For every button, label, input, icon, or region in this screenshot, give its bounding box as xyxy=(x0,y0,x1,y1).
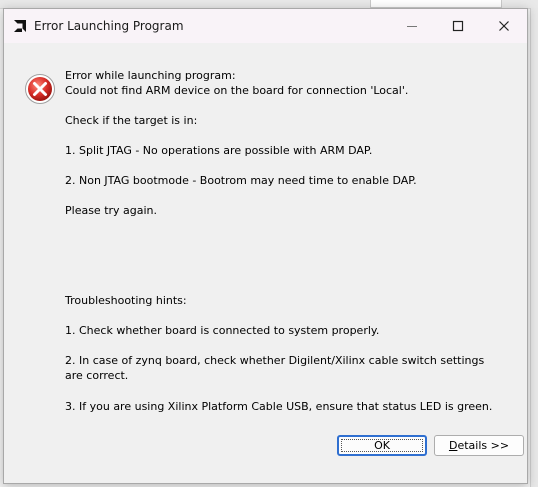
title-bar[interactable]: Error Launching Program xyxy=(4,9,527,43)
check-item-1: 1. Split JTAG - No operations are possib… xyxy=(65,144,373,157)
hint-3: 3. If you are using Xilinx Platform Cabl… xyxy=(65,400,493,413)
hint-2: 2. In case of zynq board, check whether … xyxy=(65,354,485,382)
try-again-text: Please try again. xyxy=(65,204,158,217)
ok-button[interactable]: OK xyxy=(337,435,427,456)
header-line-1: Error while launching program: xyxy=(65,69,236,82)
minimize-icon xyxy=(407,26,417,27)
close-button[interactable] xyxy=(481,9,527,43)
dialog-content: Error while launching program: Could not… xyxy=(4,43,527,483)
maximize-icon xyxy=(452,20,464,32)
focus-ring xyxy=(341,439,423,452)
close-icon xyxy=(499,21,509,31)
error-dialog: Error Launching Program Error while laun… xyxy=(3,8,528,484)
hint-1: 1. Check whether board is connected to s… xyxy=(65,324,380,337)
details-button[interactable]: Details >> xyxy=(434,435,524,456)
details-label: Details >> xyxy=(449,439,509,452)
error-icon xyxy=(25,74,55,104)
hints-title: Troubleshooting hints: xyxy=(65,294,187,307)
details-label-rest: etails >> xyxy=(457,439,510,452)
amd-logo-icon xyxy=(14,20,26,32)
dialog-title: Error Launching Program xyxy=(34,19,184,33)
check-intro: Check if the target is in: xyxy=(65,114,198,127)
minimize-button[interactable] xyxy=(389,9,435,43)
background-field xyxy=(370,0,502,8)
maximize-button[interactable] xyxy=(435,9,481,43)
background-scrollbar[interactable] xyxy=(530,8,538,487)
check-item-2: 2. Non JTAG bootmode - Bootrom may need … xyxy=(65,174,417,187)
error-header: Error while launching program: Could not… xyxy=(65,68,515,98)
header-line-2: Could not find ARM device on the board f… xyxy=(65,84,409,97)
